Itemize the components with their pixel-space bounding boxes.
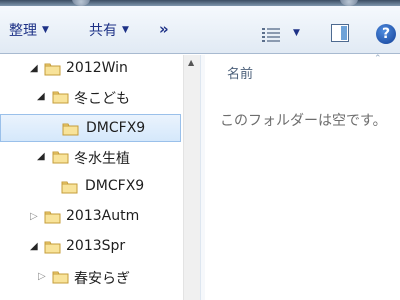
- folder-icon: [52, 91, 69, 104]
- more-label: »: [159, 20, 169, 38]
- folder-icon: [44, 241, 61, 254]
- details-view-icon[interactable]: [262, 28, 280, 42]
- folder-icon: [44, 211, 61, 224]
- tree-item-2012win[interactable]: ◢ 2012Win: [0, 55, 181, 83]
- expanded-arrow-icon[interactable]: ◢: [37, 151, 45, 162]
- tree-item-label: 2013Autm: [66, 208, 140, 224]
- tree-item-dmcfx9[interactable]: DMCFX9: [0, 173, 181, 201]
- tree-item-dmcfx9-selected[interactable]: DMCFX9: [0, 114, 181, 142]
- tree-item-label: 冬水生植: [74, 151, 130, 167]
- expanded-arrow-icon[interactable]: ◢: [37, 91, 45, 102]
- sort-indicator-icon: ⌃: [374, 54, 382, 64]
- collapsed-arrow-icon[interactable]: ▷: [38, 271, 46, 282]
- folder-icon: [52, 271, 69, 284]
- tree-scrollbar[interactable]: ▲: [183, 55, 200, 300]
- tree-item-label: DMCFX9: [86, 120, 146, 136]
- chevron-down-icon: ▼: [42, 25, 49, 35]
- tree-item-label: 2012Win: [66, 60, 128, 76]
- share-button[interactable]: 共有 ▼: [89, 20, 129, 40]
- command-bar: 整理 ▼ 共有 ▼ » ▼ ?: [0, 6, 400, 54]
- preview-pane-icon[interactable]: [331, 24, 349, 42]
- tree-item-2013spr[interactable]: ◢ 2013Spr: [0, 233, 181, 261]
- folder-icon: [62, 123, 79, 136]
- expanded-arrow-icon[interactable]: ◢: [30, 63, 38, 74]
- collapsed-arrow-icon[interactable]: ▷: [30, 211, 38, 222]
- folder-icon: [44, 63, 61, 76]
- help-icon[interactable]: ?: [376, 24, 396, 44]
- navigation-tree: ◢ 2012Win ◢ 冬こども DMCFX9 ◢ 冬水生植 DMCFX9 ▷ …: [0, 55, 183, 300]
- file-list-pane: ⌃ 名前 このフォルダーは空です。: [205, 54, 400, 300]
- folder-icon: [61, 181, 78, 194]
- tree-item-label: DMCFX9: [85, 178, 145, 194]
- empty-folder-message: このフォルダーは空です。: [220, 113, 387, 129]
- folder-icon: [52, 151, 69, 164]
- name-column-header[interactable]: 名前: [227, 63, 253, 82]
- tree-item-spring-calm[interactable]: ▷ 春安らぎ: [0, 263, 181, 291]
- chevron-down-icon: ▼: [122, 25, 129, 35]
- tree-item-winter-kids[interactable]: ◢ 冬こども: [0, 83, 181, 111]
- more-commands-button[interactable]: »: [159, 20, 169, 38]
- tree-item-winter-aquatic[interactable]: ◢ 冬水生植: [0, 143, 181, 171]
- share-label: 共有: [89, 23, 117, 39]
- tree-item-label: 春安らぎ: [74, 271, 130, 287]
- scroll-up-arrow-icon[interactable]: ▲: [188, 58, 194, 67]
- preview-pane-inner: [341, 26, 347, 40]
- tree-item-label: 2013Spr: [66, 238, 126, 254]
- view-options-chevron-icon[interactable]: ▼: [293, 28, 300, 38]
- organize-label: 整理: [9, 23, 37, 39]
- tree-item-label: 冬こども: [74, 91, 130, 107]
- expanded-arrow-icon[interactable]: ◢: [30, 241, 38, 252]
- tree-item-2013autm[interactable]: ▷ 2013Autm: [0, 203, 181, 231]
- organize-button[interactable]: 整理 ▼: [9, 20, 49, 40]
